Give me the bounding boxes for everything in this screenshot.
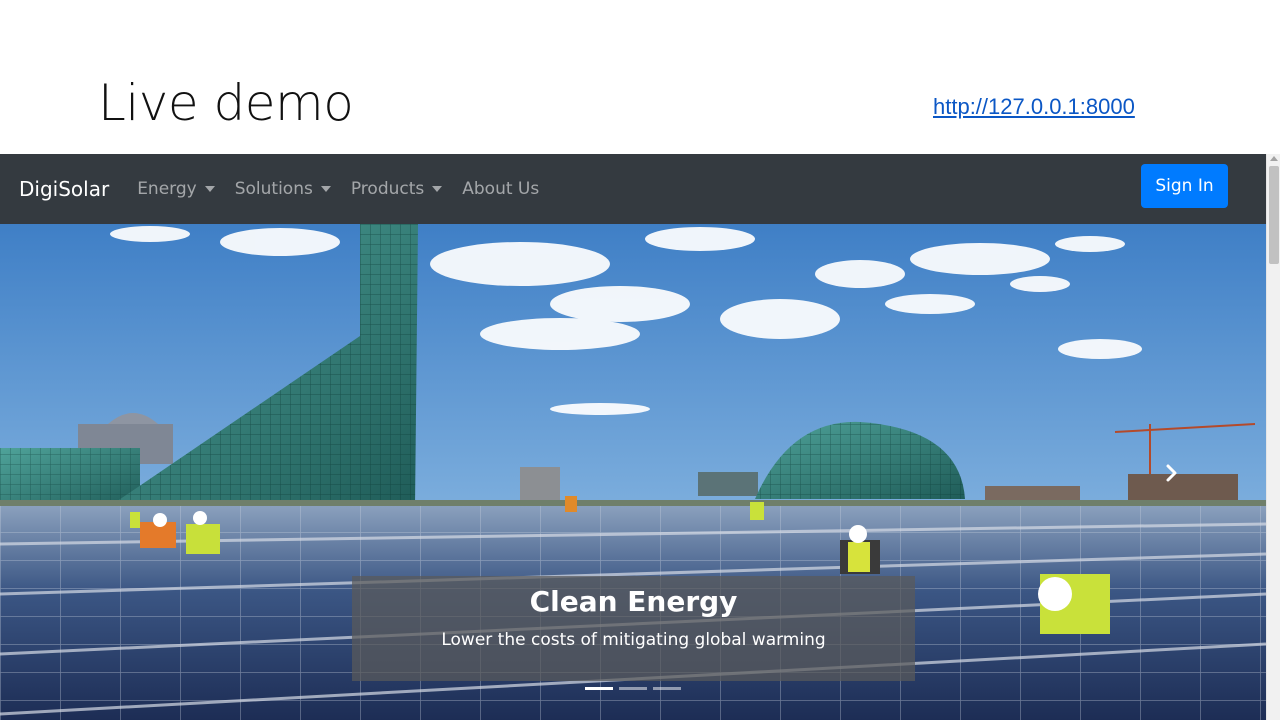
brand-logo[interactable]: DigiSolar (19, 177, 109, 201)
caret-down-icon (320, 186, 331, 192)
nav-item-energy[interactable]: Energy (137, 179, 215, 199)
carousel-indicator[interactable] (619, 687, 647, 690)
nav-item-label: Products (350, 179, 425, 199)
browser-viewport: DigiSolar Energy Solutions Products Abou… (0, 154, 1280, 720)
nav-item-label: About Us (462, 179, 540, 199)
scroll-thumb[interactable] (1269, 166, 1279, 264)
navbar: DigiSolar Energy Solutions Products Abou… (0, 154, 1266, 224)
carousel-indicator[interactable] (585, 687, 613, 690)
caret-down-icon (432, 186, 443, 192)
caption-title: Clean Energy (529, 585, 738, 618)
carousel-caption: Clean Energy Lower the costs of mitigati… (352, 576, 915, 681)
chevron-right-icon[interactable] (1160, 462, 1182, 484)
scroll-up-arrow-icon[interactable] (1270, 156, 1278, 161)
nav-item-label: Solutions (234, 179, 313, 199)
page-scrollbar[interactable] (1266, 154, 1280, 720)
nav-item-about-us[interactable]: About Us (462, 179, 539, 199)
caret-down-icon (204, 186, 215, 192)
nav-item-label: Energy (137, 179, 197, 199)
nav-item-products[interactable]: Products (350, 179, 443, 199)
nav-item-solutions[interactable]: Solutions (235, 179, 331, 199)
slide-title: Live demo (98, 74, 354, 132)
carousel-indicators (585, 687, 681, 690)
caption-text: Lower the costs of mitigating global war… (441, 630, 826, 650)
hero-carousel: Clean Energy Lower the costs of mitigati… (0, 224, 1266, 720)
sign-in-button[interactable]: Sign In (1141, 164, 1228, 208)
carousel-indicator[interactable] (653, 687, 681, 690)
demo-url-link[interactable]: http://127.0.0.1:8000 (933, 94, 1135, 120)
